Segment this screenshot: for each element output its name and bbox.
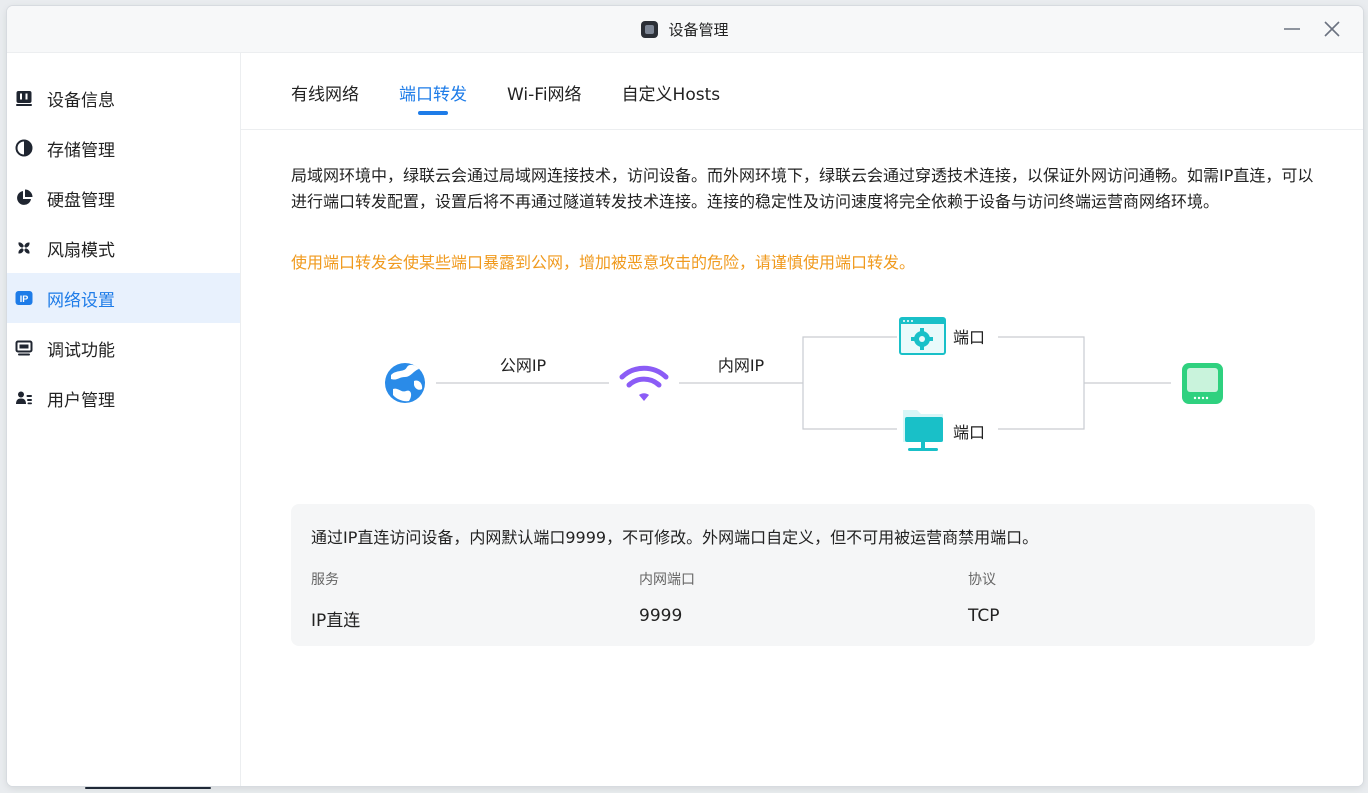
nas-device-icon: [1182, 363, 1223, 404]
internal-ip-label: 内网IP: [718, 356, 765, 375]
title-bar: 设备管理: [7, 6, 1363, 53]
tab-wifi-network[interactable]: Wi-Fi网络: [507, 80, 582, 105]
fan-icon: [13, 237, 35, 259]
column-header-port: 内网端口: [639, 572, 695, 588]
sidebar-item-debug[interactable]: 调试功能: [7, 323, 240, 373]
sidebar-item-label: 硬盘管理: [47, 190, 115, 211]
sidebar: 设备信息 存储管理 硬盘管理 风扇模式 IP 网络设置 调试功能 用户管理: [7, 53, 241, 786]
sidebar-item-disk[interactable]: 硬盘管理: [7, 173, 240, 223]
disk-pie-icon: [13, 187, 35, 209]
sidebar-item-label: 用户管理: [47, 390, 115, 411]
device-info-icon: [13, 87, 35, 109]
sidebar-item-device-info[interactable]: 设备信息: [7, 73, 240, 123]
branch-bottom-line: [802, 383, 897, 430]
cell-service: IP直连: [311, 611, 361, 631]
sidebar-item-users[interactable]: 用户管理: [7, 373, 240, 423]
sidebar-item-network[interactable]: IP 网络设置: [7, 273, 240, 323]
sidebar-item-label: 风扇模式: [47, 240, 115, 261]
tab-custom-hosts[interactable]: 自定义Hosts: [622, 80, 721, 105]
taskbar-indicator: [85, 787, 211, 789]
app-window-gear-icon: [899, 317, 946, 355]
tab-wired-network[interactable]: 有线网络: [291, 80, 359, 105]
monitor-icon: [13, 337, 35, 359]
sidebar-item-label: 调试功能: [47, 340, 115, 361]
ip-icon: IP: [13, 287, 35, 309]
network-diagram: 公网IP 内网IP 端口 端口: [385, 317, 1223, 451]
public-ip-label: 公网IP: [500, 356, 547, 375]
merge-line: [998, 336, 1085, 430]
tab-port-forwarding[interactable]: 端口转发: [399, 80, 467, 105]
close-button[interactable]: [1317, 14, 1347, 44]
cell-port: 9999: [639, 606, 683, 626]
branch-top-line: [802, 336, 897, 383]
app-logo-icon: [641, 20, 659, 38]
sidebar-item-label: 存储管理: [47, 140, 115, 161]
sidebar-item-label: 设备信息: [47, 90, 115, 111]
sidebar-item-label: 网络设置: [47, 290, 115, 311]
info-card: 通过IP直连访问设备，内网默认端口9999，不可修改。外网端口自定义，但不可用被…: [291, 504, 1315, 646]
svg-text:IP: IP: [20, 294, 29, 304]
wifi-router-icon: [619, 365, 669, 401]
sidebar-item-storage[interactable]: 存储管理: [7, 123, 240, 173]
cell-protocol: TCP: [968, 606, 1000, 626]
sidebar-item-fan[interactable]: 风扇模式: [7, 223, 240, 273]
minimize-button[interactable]: [1277, 14, 1307, 44]
warning-text: 使用端口转发会使某些端口暴露到公网，增加被恶意攻击的危险，请谨慎使用端口转发。: [291, 253, 916, 272]
port-label-bottom: 端口: [953, 423, 985, 442]
column-header-protocol: 协议: [968, 572, 996, 588]
folder-server-icon: [903, 410, 943, 451]
description-text: 局域网环境中，绿联云会通过局域网连接技术，访问设备。而外网环境下，绿联云会通过穿…: [291, 166, 1314, 211]
port-label-top: 端口: [953, 328, 985, 347]
main-panel: 有线网络 端口转发 Wi-Fi网络 自定义Hosts 局域网环境中，绿联云会通过…: [241, 53, 1363, 786]
storage-pie-icon: [13, 137, 35, 159]
info-text: 通过IP直连访问设备，内网默认端口9999，不可修改。外网端口自定义，但不可用被…: [311, 528, 1039, 547]
window-title: 设备管理: [668, 20, 729, 39]
users-icon: [13, 387, 35, 409]
tab-bar: 有线网络 端口转发 Wi-Fi网络 自定义Hosts: [241, 53, 1363, 130]
minimize-icon: [1284, 28, 1300, 30]
column-header-service: 服务: [311, 572, 339, 588]
app-window: 设备管理 设备信息 存储管理 硬盘管理 风扇模式 IP 网络设置 调试功能 用户…: [7, 6, 1363, 786]
close-icon: [1324, 21, 1340, 37]
internet-globe-icon: [385, 363, 425, 403]
